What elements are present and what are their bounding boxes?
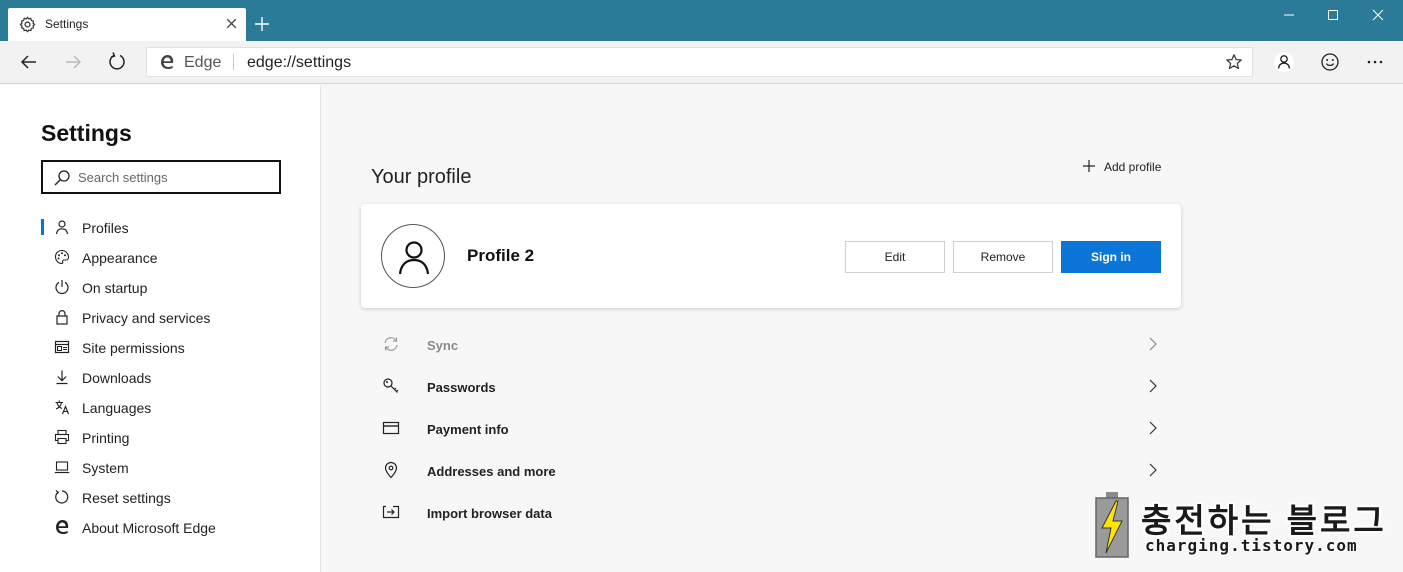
title-bar: Settings [0, 0, 1403, 41]
sidebar-item-privacy[interactable]: Privacy and services [0, 302, 320, 332]
page-title: Settings [41, 120, 132, 146]
sidebar-item-about-edge[interactable]: About Microsoft Edge [0, 512, 320, 542]
person-icon [398, 241, 430, 275]
watermark-url: charging.tistory.com [1145, 536, 1358, 555]
key-icon [383, 378, 399, 393]
search-box[interactable] [41, 160, 281, 194]
close-tab-icon[interactable] [223, 15, 240, 32]
sidebar-item-label: Privacy and services [82, 310, 211, 326]
reset-icon [55, 490, 69, 504]
sidebar-item-profiles[interactable]: Profiles [0, 212, 320, 242]
list-item-addresses[interactable]: Addresses and more [361, 450, 1181, 492]
remove-button[interactable]: Remove [953, 241, 1053, 273]
section-title: Your profile [371, 166, 472, 188]
add-profile-label: Add profile [1104, 160, 1162, 174]
tab-title: Settings [45, 17, 89, 31]
sidebar-item-appearance[interactable]: Appearance [0, 242, 320, 272]
list-item-label: Passwords [427, 380, 496, 395]
chevron-right-icon [1149, 463, 1157, 477]
list-item-passwords[interactable]: Passwords [361, 366, 1181, 408]
profile-name: Profile 2 [467, 246, 535, 265]
refresh-icon[interactable] [106, 51, 128, 73]
favorite-star-icon[interactable] [1225, 53, 1243, 71]
battery-lightning-icon [1095, 492, 1129, 558]
sign-in-button[interactable]: Sign in [1061, 241, 1161, 273]
sidebar-item-label: About Microsoft Edge [82, 520, 216, 536]
printer-icon [54, 429, 70, 445]
sidebar-item-label: System [82, 460, 129, 476]
back-arrow-icon[interactable] [18, 51, 40, 73]
list-item-label: Addresses and more [427, 464, 556, 479]
edit-button[interactable]: Edit [845, 241, 945, 273]
sidebar-item-label: Reset settings [82, 490, 171, 506]
location-pin-icon [384, 461, 398, 479]
import-icon [382, 505, 400, 519]
list-item-label: Sync [427, 338, 459, 353]
site-permissions-icon [54, 340, 70, 354]
settings-nav: Profiles Appearance On startup Privacy a… [0, 212, 320, 542]
profile-icon[interactable] [1273, 51, 1295, 73]
forward-arrow-icon[interactable] [62, 51, 84, 73]
sidebar-item-label: Appearance [82, 250, 158, 266]
languages-icon [55, 400, 70, 415]
watermark-title: 충전하는 블로그 [1141, 502, 1387, 539]
settings-sidebar: Settings Profiles Appearance [0, 85, 321, 572]
search-input[interactable] [78, 168, 268, 187]
card-icon [382, 421, 400, 435]
sidebar-item-system[interactable]: System [0, 452, 320, 482]
edge-logo-icon [56, 520, 69, 534]
sidebar-item-label: Site permissions [82, 340, 185, 356]
person-icon [55, 220, 69, 235]
address-bar[interactable]: Edge edge://settings [146, 47, 1253, 77]
list-item-sync[interactable]: Sync [361, 324, 1181, 366]
profile-card: Profile 2 Edit Remove Sign in [361, 204, 1181, 308]
maximize-icon[interactable] [1321, 5, 1345, 25]
sidebar-item-site-permissions[interactable]: Site permissions [0, 332, 320, 362]
tab-settings[interactable]: Settings [8, 8, 246, 41]
list-item-import-browser-data[interactable]: Import browser data [361, 492, 1181, 534]
edge-logo-icon [161, 55, 174, 69]
sync-icon [384, 337, 398, 351]
blog-watermark: 충전하는 블로그 charging.tistory.com [1095, 490, 1385, 562]
sidebar-item-printing[interactable]: Printing [0, 422, 320, 452]
sidebar-item-label: Profiles [82, 220, 129, 236]
sidebar-item-label: Downloads [82, 370, 152, 386]
feedback-smiley-icon[interactable] [1319, 51, 1341, 73]
search-icon [54, 170, 70, 186]
avatar [381, 224, 445, 288]
chevron-right-icon [1149, 421, 1157, 435]
palette-icon [54, 249, 70, 265]
list-item-label: Import browser data [427, 506, 552, 521]
sidebar-item-on-startup[interactable]: On startup [0, 272, 320, 302]
chevron-right-icon [1149, 337, 1157, 351]
new-tab-icon[interactable] [253, 15, 271, 33]
more-options-icon[interactable] [1364, 51, 1386, 73]
plus-icon [1083, 160, 1095, 172]
list-item-label: Payment info [427, 422, 509, 437]
chevron-right-icon [1149, 379, 1157, 393]
list-item-payment-info[interactable]: Payment info [361, 408, 1181, 450]
url-text[interactable]: edge://settings [247, 54, 351, 72]
sidebar-item-reset-settings[interactable]: Reset settings [0, 482, 320, 512]
sidebar-item-label: On startup [82, 280, 148, 296]
gear-icon [19, 16, 36, 33]
address-divider [233, 54, 234, 70]
laptop-icon [54, 461, 70, 474]
close-icon[interactable] [1366, 5, 1390, 25]
site-identity-label: Edge [184, 54, 222, 71]
profile-settings-list: Sync Passwords Payment info Addresses an… [361, 324, 1181, 534]
power-icon [55, 280, 69, 295]
minimize-icon[interactable] [1277, 5, 1301, 25]
lock-icon [56, 309, 68, 325]
browser-toolbar: Edge edge://settings [0, 41, 1403, 84]
sidebar-item-languages[interactable]: Languages [0, 392, 320, 422]
download-icon [56, 370, 68, 385]
sidebar-item-label: Printing [82, 430, 130, 446]
sidebar-item-downloads[interactable]: Downloads [0, 362, 320, 392]
sidebar-item-label: Languages [82, 400, 152, 416]
